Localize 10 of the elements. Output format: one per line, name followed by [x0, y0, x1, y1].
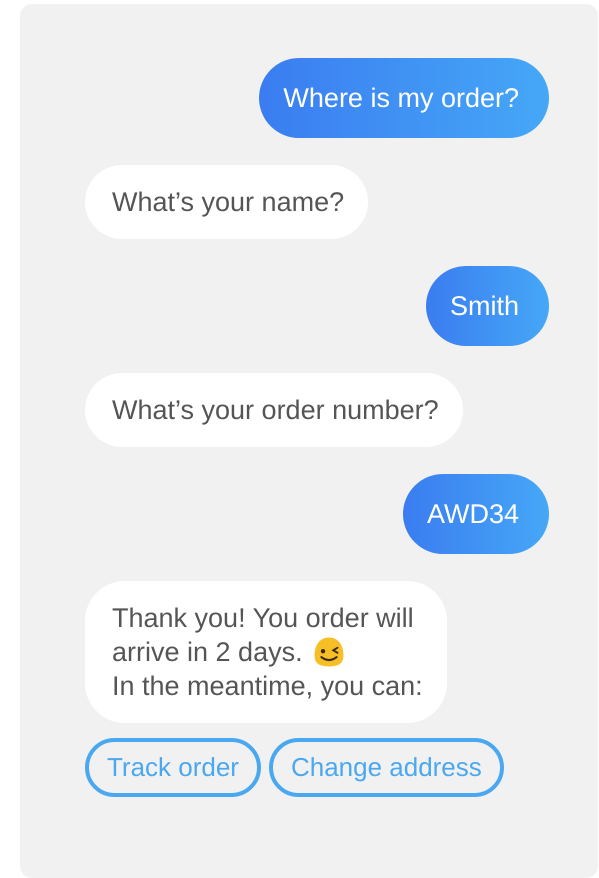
message-text: In the meantime, you can: [112, 670, 423, 703]
quick-reply-button[interactable]: Track order [85, 738, 261, 797]
message-text: Thank you! You order will [112, 602, 414, 635]
message-text: What’s your order number? [112, 394, 439, 427]
quick-reply-button[interactable]: Change address [268, 738, 504, 797]
message-text: Where is my order? [283, 82, 519, 115]
message-text: What’s your name? [112, 186, 344, 219]
message-text: AWD34 [426, 498, 519, 531]
message-text: arrive in 2 days. [112, 636, 303, 669]
message-text: Smith [450, 290, 519, 323]
